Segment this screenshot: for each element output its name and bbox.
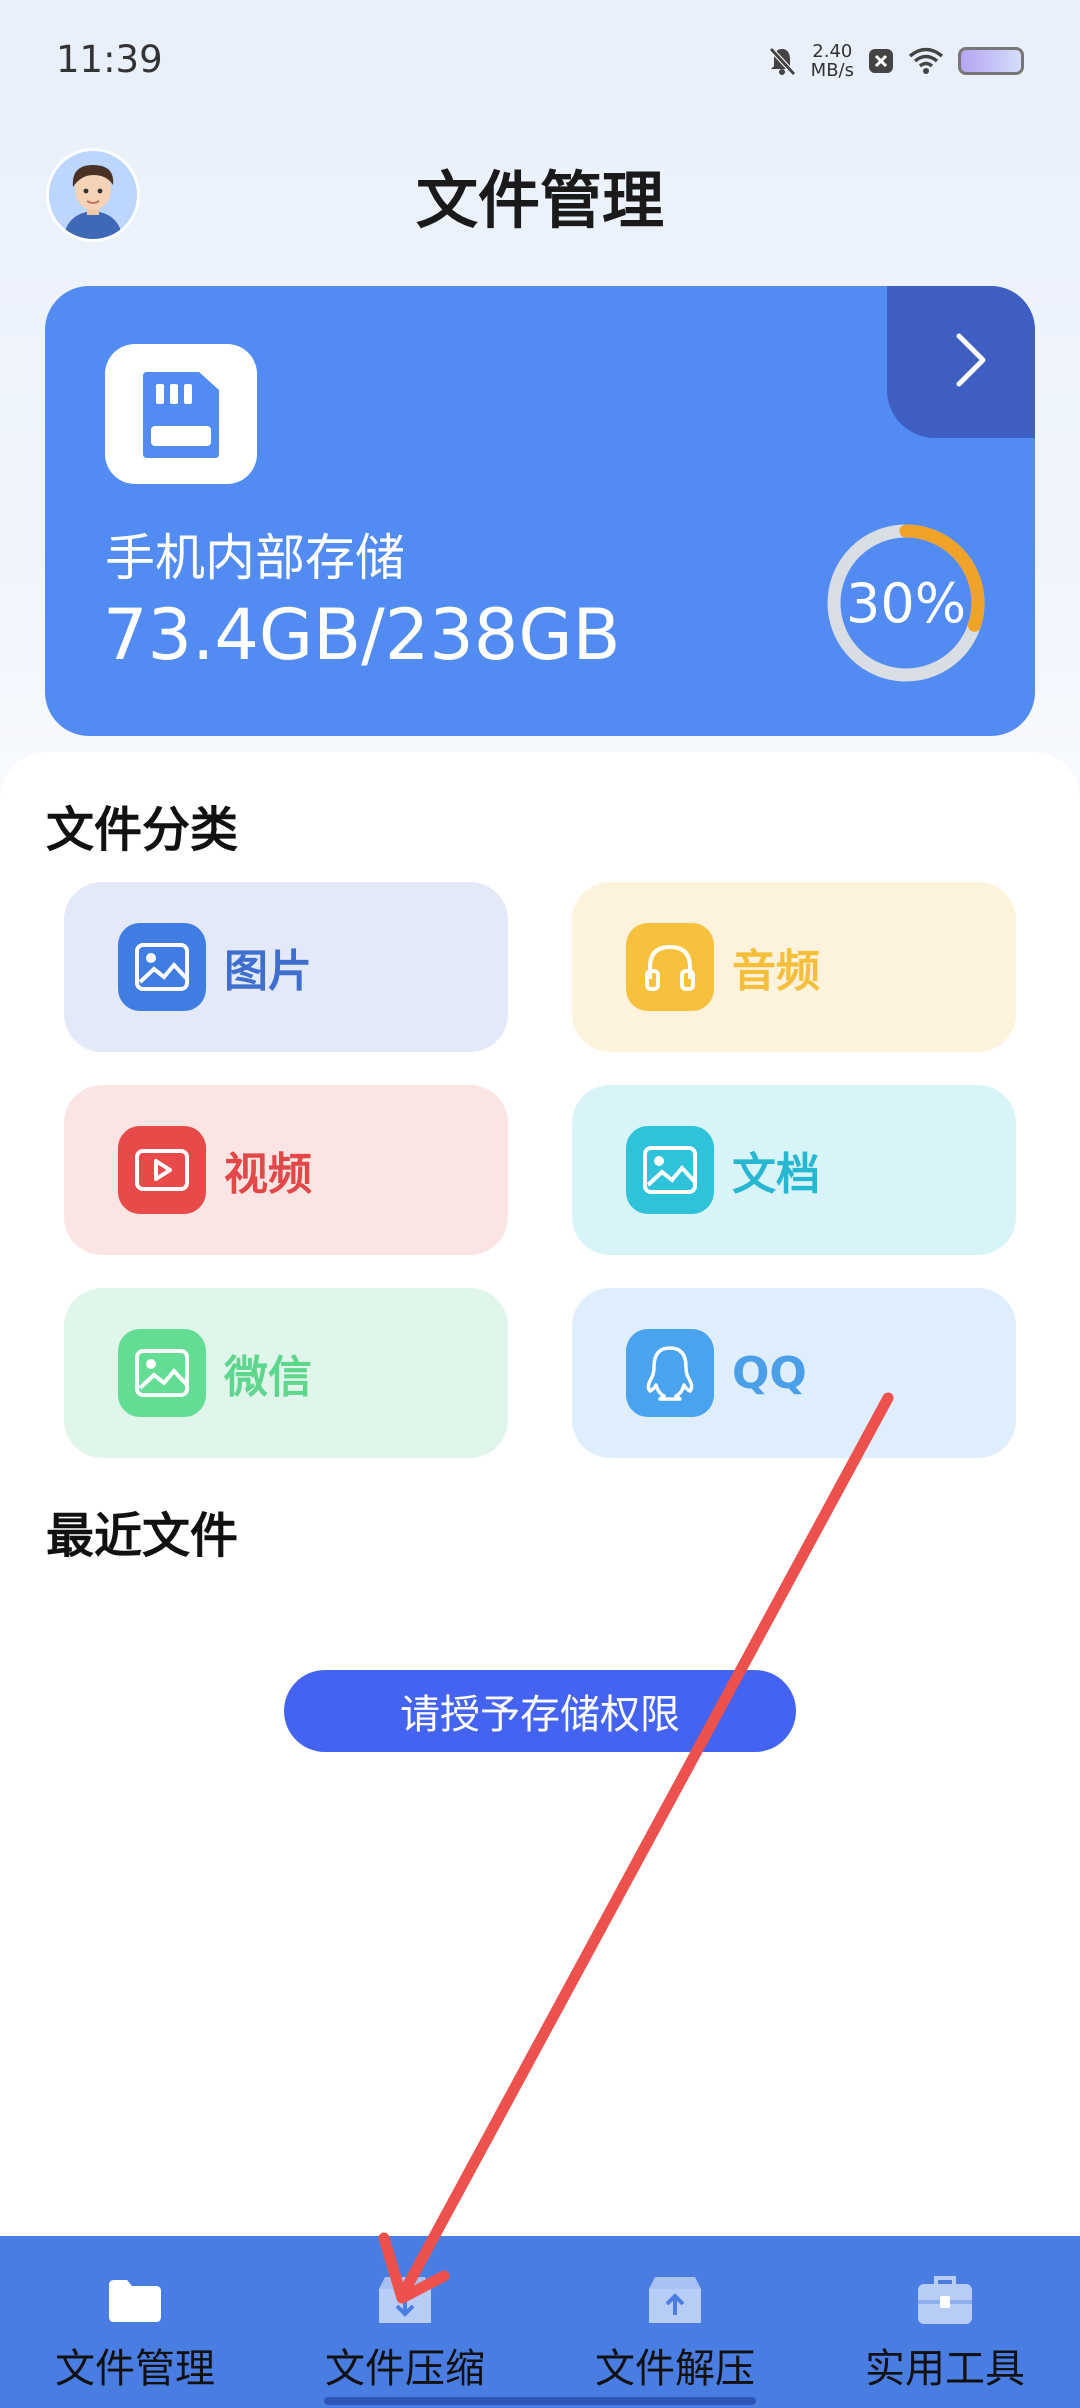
storage-label: 手机内部存储 [105,529,405,587]
nav-utilities[interactable]: 实用工具 [810,2236,1080,2408]
category-label: 微信 [224,1352,312,1403]
nav-label: 文件压缩 [325,2346,485,2392]
qq-penguin-icon [626,1329,714,1417]
category-documents[interactable]: 文档 [572,1085,1016,1255]
category-label: 视频 [224,1149,312,1200]
grant-storage-permission-button[interactable]: 请授予存储权限 [284,1670,796,1752]
nav-file-compress[interactable]: 文件压缩 [270,2236,540,2408]
bottom-nav: 文件管理 文件压缩 文件解压 实用工具 [0,2236,1080,2408]
category-audio[interactable]: 音频 [572,882,1016,1052]
category-label: QQ [732,1347,807,1399]
category-video[interactable]: 视频 [64,1085,508,1255]
recent-files-title: 最近文件 [46,1508,239,1564]
headphones-icon [626,923,714,1011]
nav-label: 实用工具 [865,2346,1025,2392]
category-qq[interactable]: QQ [572,1288,1016,1458]
nav-file-manager[interactable]: 文件管理 [0,2236,270,2408]
image-icon [118,923,206,1011]
category-label: 文档 [732,1149,820,1200]
nav-label: 文件解压 [595,2346,755,2392]
sd-card-icon-box [105,344,257,484]
network-speed: 2.40 MB/s [811,42,854,80]
home-indicator [324,2397,756,2405]
wifi-icon [908,47,944,74]
page-title: 文件管理 [415,164,664,237]
net-speed-value: 2.40 [812,41,853,62]
wechat-image-icon [118,1329,206,1417]
close-box-icon [869,49,893,73]
folder-icon [107,2272,163,2328]
status-time: 11:39 [56,38,163,81]
mute-bell-icon [768,47,796,76]
document-icon [626,1126,714,1214]
storage-percent: 30% [845,571,967,635]
categories-title: 文件分类 [46,802,239,858]
storage-usage: 73.4GB/238GB [103,594,621,676]
video-play-icon [118,1126,206,1214]
storage-card[interactable]: 手机内部存储 73.4GB/238GB 30% [45,286,1035,736]
nav-file-extract[interactable]: 文件解压 [540,2236,810,2408]
category-label: 图片 [224,946,312,997]
storage-detail-button[interactable] [887,286,1035,438]
toolbox-icon [916,2272,974,2328]
category-label: 音频 [732,946,820,997]
nav-label: 文件管理 [55,2346,215,2392]
chevron-right-icon [956,333,986,387]
archive-download-icon [377,2272,433,2328]
sd-card-icon [143,372,219,458]
category-images[interactable]: 图片 [64,882,508,1052]
net-speed-unit: MB/s [810,60,854,81]
status-icons: 2.40 MB/s [767,42,1024,80]
category-wechat[interactable]: 微信 [64,1288,508,1458]
archive-upload-icon [647,2272,703,2328]
battery-icon [958,47,1024,75]
